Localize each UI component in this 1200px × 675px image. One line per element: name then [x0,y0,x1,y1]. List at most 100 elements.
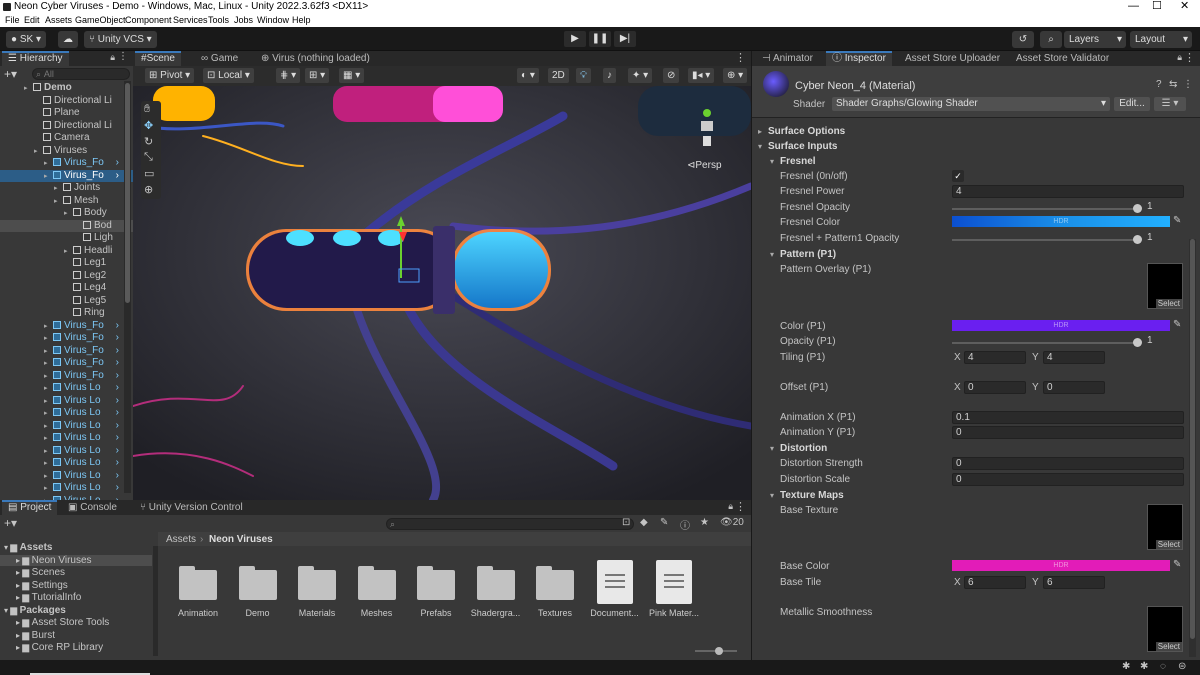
menu-file[interactable]: File [5,15,20,25]
tab-scene[interactable]: #Scene [135,51,181,66]
hand-tool-icon[interactable]: ✋︎ [144,103,150,116]
expand-arrow-icon[interactable]: ▸ [44,321,53,333]
hierarchy-row[interactable]: Ring [0,307,133,320]
hierarchy-row[interactable]: ▸ Virus_Fo › [0,345,133,358]
asset-item[interactable]: Prefabs [405,558,467,620]
menu-help[interactable]: Help [292,15,311,25]
move-tool-icon[interactable]: ✥ [144,119,153,132]
open-prefab-icon[interactable]: › [116,357,119,370]
asset-item[interactable]: Pink Mater... [643,558,705,620]
eyedropper-icon[interactable]: ✎ [1173,215,1181,226]
open-prefab-icon[interactable]: › [116,320,119,333]
hierarchy-row[interactable]: ▸ Mesh [0,195,133,208]
surface-options-header[interactable]: Surface Options [758,126,845,137]
fresnel-pattern-opacity-field[interactable]: 1 [1144,232,1184,245]
expand-arrow-icon[interactable]: ▸ [54,183,63,195]
hierarchy-row[interactable]: ▸ Virus_Fo › [0,357,133,370]
opacity-p1-slider[interactable] [952,342,1138,344]
fresnel-opacity-field[interactable]: 1 [1144,201,1184,214]
opacity-p1-knob[interactable] [1133,338,1142,347]
tab-hierarchy[interactable]: ☰ Hierarchy [2,51,69,66]
scale-tool-icon[interactable]: ⤡ [144,151,153,164]
add-icon[interactable]: +▾ [4,67,17,81]
lighting-icon[interactable]: 💡︎ [576,68,591,83]
fresnel-color-swatch[interactable]: HDR [952,216,1170,227]
hierarchy-row[interactable]: ▸ Virus Lo › [0,470,133,483]
tiling-y-field[interactable]: 4 [1043,351,1105,364]
offset-y-field[interactable]: 0 [1043,381,1105,394]
surface-inputs-header[interactable]: Surface Inputs [758,141,838,152]
minimize-icon[interactable]: — [1128,0,1139,13]
project-tree-row[interactable]: ▸ ▆ Burst [0,630,152,641]
zoom-knob[interactable] [715,647,723,655]
base-color-swatch[interactable]: HDR [952,560,1170,571]
toggle-2d-button[interactable]: 2D [548,68,569,83]
expand-arrow-icon[interactable]: ▸ [44,333,53,345]
expand-arrow-icon[interactable]: ▸ [44,171,53,183]
hierarchy-row[interactable]: Bod [0,219,133,232]
debug-icon[interactable]: ✱ [1122,661,1130,672]
project-tree-row[interactable]: ▾ ▆ Packages [0,605,152,616]
inspector-scrollbar[interactable] [1189,239,1196,657]
expand-arrow-icon[interactable]: ▸ [44,371,53,383]
expand-arrow-icon[interactable]: ▸ [44,446,53,458]
menu-tools[interactable]: Tools [208,15,229,25]
metallic-texture-thumbnail[interactable]: Select [1147,606,1183,652]
distortion-scale-field[interactable]: 0 [952,473,1184,486]
hierarchy-row[interactable]: ▸ Virus Lo › [0,395,133,408]
expand-arrow-icon[interactable]: ▸ [64,246,73,258]
hidden-count[interactable]: 👁︎20 [720,517,744,528]
animation-x-field[interactable]: 0.1 [952,411,1184,424]
expand-arrow-icon[interactable]: ▸ [44,471,53,483]
favorite-icon[interactable]: ★ [700,517,709,528]
tab-project[interactable]: ▤ Project [2,500,58,515]
preset-icon[interactable]: ⇆ [1169,79,1177,90]
close-icon[interactable]: ✕ [1180,0,1189,13]
asset-item[interactable]: Shadergra... [465,558,527,620]
hierarchy-row[interactable]: ▸ Virus Lo › [0,420,133,433]
hidden-objects-icon[interactable]: ⊘ [663,68,680,83]
zoom-slider[interactable] [695,647,737,655]
menu-component[interactable]: Component [125,15,172,25]
distortion-strength-field[interactable]: 0 [952,457,1184,470]
layers-dropdown[interactable]: Layers ▾ [1064,31,1126,48]
effects-icon[interactable]: ✦ ▾ [628,68,653,83]
open-prefab-icon[interactable]: › [116,482,119,495]
pause-icon[interactable]: ❚❚ [589,31,611,47]
history-icon[interactable]: ↺ [1012,31,1034,48]
tab-animator[interactable]: ⊣ Animator [756,51,819,66]
fresnel-opacity-slider[interactable] [952,208,1138,210]
shader-dropdown[interactable]: Shader Graphs/Glowing Shader ▾ [832,97,1110,111]
fresnel-pattern-opacity-knob[interactable] [1133,235,1142,244]
hierarchy-row[interactable]: Ligh [0,232,133,245]
tiling-x-field[interactable]: 4 [964,351,1026,364]
expand-arrow-icon[interactable]: ▸ [64,208,73,220]
persp-label[interactable]: ⊲Persp [687,160,722,171]
project-tree-row[interactable]: ▸ ▆ TutorialInfo [0,592,152,603]
fresnel-header[interactable]: Fresnel [770,156,815,167]
hierarchy-row[interactable]: ▸ Virus_Fo › [0,157,133,170]
fresnel-power-field[interactable]: 4 [952,185,1184,198]
help-icon[interactable]: ? [1156,79,1162,90]
local-dropdown[interactable]: ⊡ Local ▾ [203,68,254,83]
tab-virus[interactable]: ⊕ Virus (nothing loaded) [255,51,376,66]
expand-arrow-icon[interactable]: ▸ [44,358,53,370]
tab-game[interactable]: ∞ Game [195,51,244,66]
open-prefab-icon[interactable]: › [116,370,119,383]
audio-icon[interactable]: ♪ [603,68,616,83]
more-icon[interactable]: ⋮ [118,51,128,62]
gizmos-icon[interactable]: ⊕ ▾ [723,68,748,83]
hierarchy-row[interactable]: Plane [0,107,133,120]
menu-gameobject[interactable]: GameObject [75,15,126,25]
more-icon[interactable]: ⋮ [1184,51,1195,64]
pivot-dropdown[interactable]: ⊞ Pivot ▾ [145,68,195,83]
hierarchy-row[interactable]: ▸ Virus Lo › [0,432,133,445]
expand-arrow-icon[interactable]: ▸ [24,83,33,95]
transform-tool-icon[interactable]: ⊕ [144,183,153,196]
hierarchy-row[interactable]: ▸ Virus_Fo › [0,169,133,183]
hierarchy-row[interactable]: ▸ Viruses [0,145,133,158]
hierarchy-row[interactable]: ▸ Virus Lo › [0,445,133,458]
more-icon[interactable]: ⋮ [735,500,746,513]
asset-item[interactable]: Animation [167,558,229,620]
expand-arrow-icon[interactable]: ▸ [44,346,53,358]
